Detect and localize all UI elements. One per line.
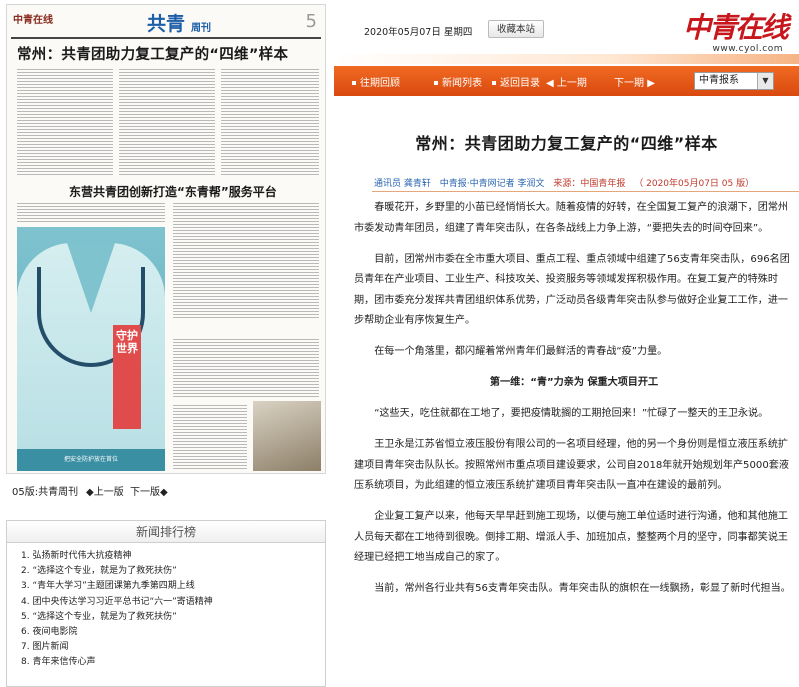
bullet-icon [352,81,356,85]
ranking-title: 新闻排行榜 [7,521,325,543]
nav-archive[interactable]: 往期回顾 [352,74,400,89]
article-meta: 通讯员 龚青轩 中青报·中青网记者 李润文 来源：中国青年报 （ 2020年05… [374,176,794,189]
article-title: 常州：共青团助力复工复产的“四维”样本 [415,134,718,153]
article-source: 来源：中国青年报 [553,179,626,189]
thumbnail-second-headline[interactable]: 东营共青团创新打造“东青帮”服务平台 [69,183,277,200]
ranking-item[interactable]: 3. “青年大学习”主题团课第九季第四期上线 [21,579,325,594]
nav-archive-label: 往期回顾 [360,78,400,89]
thumbnail-page-number: 5 [305,11,317,32]
nav-previous-issue[interactable]: ◀ 上一期 [546,74,587,89]
right-arrow-icon: ▶ [647,78,655,89]
article-body: 春暖花开，乡野里的小苗已经悄悄长大。随着疫情的好转，在全国复工复产的浪潮下，团常… [354,198,794,610]
thumbnail-text-column [17,67,113,175]
thumbnail-text-column [221,67,319,175]
site-url: www.cyol.com [712,44,783,54]
thumbnail-masthead-sub: 周刊 [191,23,211,34]
thumbnail-brand: 中青在线 [13,15,53,26]
chevron-down-icon: ▼ [757,73,773,89]
nav-news-list[interactable]: 新闻列表 [434,74,482,89]
bullet-icon [434,81,438,85]
ranking-item[interactable]: 2. “选择这个专业，就是为了救死扶伤” [21,564,325,579]
top-bar: 2020年05月07日 星期四 收藏本站 中青在线 www.cyol.com [334,0,799,64]
thumbnail-text-column [173,201,319,319]
next-page-link[interactable]: 下一版◆ [130,483,168,498]
thumbnail-headline[interactable]: 常州：共青团助力复工复产的“四维”样本 [17,43,288,64]
article-subtitle: 第一维：“青”力亲为 保重大项目开工 [489,377,659,388]
page-navigation: 05版:共青周刊 ◆上一版 下一版◆ [6,478,326,500]
thumbnail-text-column [17,201,165,223]
article-author: 中青报·中青网记者 李润文 [439,179,545,189]
ranking-list: 1. 弘扬新时代伟大抗疫精神 2. “选择这个专业，就是为了救死扶伤” 3. “… [7,543,325,671]
ranking-item[interactable]: 7. 图片新闻 [21,640,325,655]
nav-next-label: 下一期 [614,78,644,89]
nav-previous-label: 上一期 [556,78,587,89]
bullet-icon [492,81,496,85]
meta-divider [372,191,799,192]
paper-series-value: 中青报系 [699,75,739,86]
page-label-link[interactable]: 05版:共青周刊 [12,483,78,498]
add-favorite-button[interactable]: 收藏本站 [488,20,545,38]
poster-footer: 把安全防护放在首位 [17,449,165,471]
ranking-item[interactable]: 5. “选择这个专业，就是为了救死扶伤” [21,610,325,625]
current-date: 2020年05月07日 星期四 [364,27,473,38]
poster-slogan-main: 守护世界 [113,325,141,429]
ranking-item[interactable]: 6. 夜间电影院 [21,625,325,640]
thumbnail-text-column [119,67,215,175]
article-paragraph: 王卫永是江苏省恒立液压股份有限公司的一名项目经理，他的另一个身份则是恒立液压系统… [354,439,789,491]
site-logo[interactable]: 中青在线 [683,6,789,46]
newspaper-page-thumbnail[interactable]: 中青在线 共青 周刊 5 常州：共青团助力复工复产的“四维”样本 东营共青团创新… [6,4,326,474]
thumbnail-text-column [173,337,319,397]
paper-series-select[interactable]: 中青报系 ▼ [694,72,774,90]
article-date: （ 2020年05月07日 05 版） [634,179,755,189]
article-paragraph: 春暖花开，乡野里的小苗已经悄悄长大。随着疫情的好转，在全国复工复产的浪潮下，团常… [354,202,789,234]
left-arrow-icon: ◀ [546,78,554,89]
nav-back-to-contents[interactable]: 返回目录 [492,74,540,89]
ranking-item[interactable]: 1. 弘扬新时代伟大抗疫精神 [21,549,325,564]
nav-bar: 往期回顾 新闻列表 返回目录 ◀ 上一期 下一期 ▶ 中青报系 ▼ [334,66,799,96]
article-paragraph: 企业复工复产以来，他每天早早赶到施工现场，以便与施工单位适时进行沟通，他和其他施… [354,511,789,563]
news-ranking-panel: 新闻排行榜 1. 弘扬新时代伟大抗疫精神 2. “选择这个专业，就是为了救死扶伤… [6,520,326,687]
nav-next-issue[interactable]: 下一期 ▶ [614,74,655,89]
article-paragraph: 当前，常州各行业共有56支青年突击队。青年突击队的旗帜在一线飘扬，彰显了新时代担… [374,583,791,594]
right-column: 2020年05月07日 星期四 收藏本站 中青在线 www.cyol.com 往… [334,0,799,687]
thumbnail-photo [253,401,321,471]
nav-news-list-label: 新闻列表 [442,78,482,89]
article-paragraph: “这些天，吃住就都在工地了，要把疫情耽搁的工期抢回来！”忙碌了一整天的王卫永说。 [374,408,769,419]
left-column: 中青在线 共青 周刊 5 常州：共青团助力复工复产的“四维”样本 东营共青团创新… [0,0,332,687]
header-ribbon [334,54,799,64]
article-paragraph: 在每一个角落里，都闪耀着常州青年们最鲜活的青春战“疫”力量。 [374,346,668,357]
thumbnail-masthead: 中青在线 共青 周刊 5 [7,5,325,39]
nav-back-label: 返回目录 [500,78,540,89]
thumbnail-text-column [173,403,247,469]
thumbnail-masthead-title: 共青 [147,13,186,35]
article-byline: 通讯员 龚青轩 [374,179,431,189]
thumbnail-rule [11,37,321,39]
article-paragraph: 目前，团常州市委在全市重大项目、重点工程、重点领域中组建了56支青年突击队，69… [354,253,790,327]
ranking-item[interactable]: 4. 团中央传达学习习近平总书记“六一”寄语精神 [21,595,325,610]
ranking-item[interactable]: 8. 青年来信传心声 [21,655,325,670]
thumbnail-poster-image: 守护世界 把安全防护放在首位 [17,227,165,471]
previous-page-link[interactable]: ◆上一版 [86,483,124,498]
article: 常州：共青团助力复工复产的“四维”样本 通讯员 龚青轩 中青报·中青网记者 李润… [334,96,799,687]
